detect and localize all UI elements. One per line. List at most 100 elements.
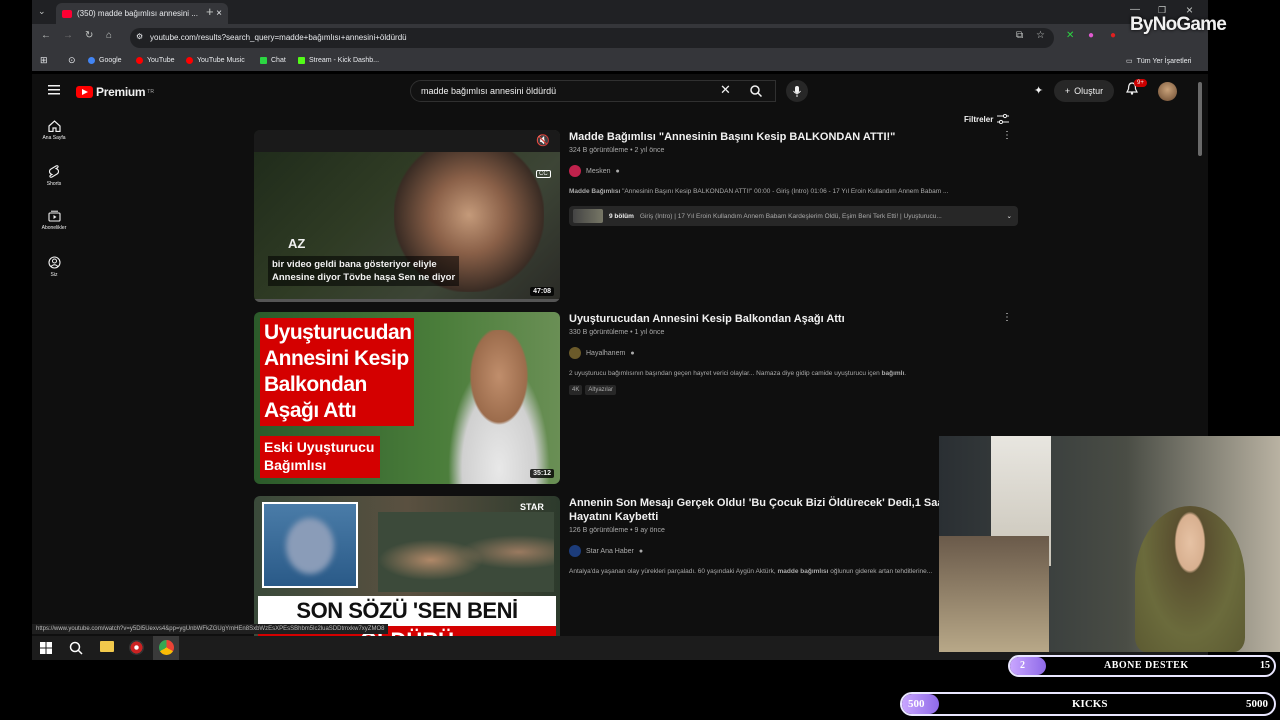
obs-app-icon[interactable] xyxy=(129,640,144,655)
channel-avatar xyxy=(569,545,581,557)
channel-row[interactable]: Hayalhanem ● xyxy=(569,347,1019,359)
more-options-icon[interactable]: ⋮ xyxy=(1002,130,1012,141)
video-title[interactable]: Madde Bağımlısı "Annesinin Başını Kesip … xyxy=(569,130,1019,144)
sidebar-item-home[interactable]: Ana Sayfa xyxy=(32,120,76,141)
video-description: 2 uyuşturucu bağımlısının başından geçen… xyxy=(569,370,907,377)
thumbnail-subline-box: Eski Uyuşturucu Bağımlısı xyxy=(260,436,380,478)
kicks-goal-bar: 500 KICKS 5000 xyxy=(900,692,1276,716)
thumbnail-caption-small: AZ xyxy=(288,236,306,251)
microphone-icon xyxy=(793,85,801,97)
tag-subtitles: Altyazılar xyxy=(585,385,617,395)
voice-search-button[interactable] xyxy=(786,80,808,102)
video-title[interactable]: Uyuşturucudan Annesini Kesip Balkondan A… xyxy=(569,312,1019,326)
extension-icon[interactable]: ● xyxy=(1088,30,1094,41)
browser-tab[interactable]: (350) madde bağımlısı annesini ... × xyxy=(56,3,228,24)
menu-icon[interactable] xyxy=(48,85,60,95)
more-options-icon[interactable]: ⋮ xyxy=(1002,312,1012,323)
sidebar-item-subscriptions[interactable]: Abonelikler xyxy=(32,210,76,231)
preview-top-bar xyxy=(254,130,560,152)
file-explorer-icon[interactable] xyxy=(100,641,114,652)
extension-red-icon[interactable]: ● xyxy=(1110,30,1116,41)
back-icon[interactable]: ← xyxy=(41,30,51,41)
folder-icon: ▭ xyxy=(1126,58,1133,65)
all-bookmarks[interactable]: ▭ Tüm Yer İşaretleri xyxy=(1126,57,1191,66)
site-info-icon[interactable]: ⚙ xyxy=(136,32,143,41)
tab-title: (350) madde bağımlısı annesini ... xyxy=(77,9,198,18)
chapters-strip[interactable]: 9 bölüm Giriş (İntro) | 17 Yıl Eroin Kul… xyxy=(569,206,1018,226)
avatar[interactable] xyxy=(1158,82,1177,101)
browser-tab-strip: ⌄ (350) madde bağımlısı annesini ... × +… xyxy=(32,0,1208,24)
subscriber-goal-current: 2 xyxy=(1020,660,1025,671)
extension-kick-icon[interactable]: ✕ xyxy=(1066,30,1074,41)
video-meta: 330 B görüntüleme • 1 yıl önce xyxy=(569,329,665,336)
divider-icon: ⊙ xyxy=(68,55,76,65)
result-1[interactable]: 🔇 CC AZ bir video geldi bana gösteriyor … xyxy=(254,130,1024,302)
search-button[interactable] xyxy=(738,80,774,102)
you-icon xyxy=(47,256,61,269)
address-bar[interactable]: ⚙ youtube.com/results?search_query=madde… xyxy=(130,28,1054,48)
verified-icon: ● xyxy=(630,349,635,357)
new-tab-icon[interactable]: + xyxy=(206,4,214,19)
thumbnail-person xyxy=(434,330,560,484)
result-2-thumbnail[interactable]: Uyuşturucudan Annesini Kesip Balkondan A… xyxy=(254,312,560,484)
forward-icon[interactable]: → xyxy=(63,30,73,41)
channel-row[interactable]: Mesken ● xyxy=(569,165,1019,177)
channel-name: Hayalhanem xyxy=(586,349,626,357)
chapters-count: 9 bölüm xyxy=(609,212,634,220)
notification-count-badge: 9+ xyxy=(1134,79,1147,87)
create-button[interactable]: + Oluştur xyxy=(1054,80,1114,102)
close-tab-icon[interactable]: × xyxy=(216,8,222,19)
page-scrollbar[interactable] xyxy=(1198,82,1202,156)
filters-button[interactable]: Filtreler xyxy=(964,114,1010,124)
bookmark-google[interactable]: Google xyxy=(88,57,122,64)
closed-captions-icon[interactable]: CC xyxy=(536,170,551,178)
channel-avatar xyxy=(569,165,581,177)
result-3-thumbnail[interactable]: STAR SON SÖZÜ 'SEN BENİ ÖLDÜRÜ xyxy=(254,496,560,636)
windows-start-icon[interactable] xyxy=(40,642,56,658)
tag-4k: 4K xyxy=(569,385,583,395)
thumbnail-caption-line-2: Annesine diyor Tövbe haşa Sen ne diyor xyxy=(272,272,456,283)
clear-search-icon[interactable]: ✕ xyxy=(720,82,731,98)
youtube-play-icon xyxy=(76,86,93,98)
plus-icon: + xyxy=(1064,86,1071,96)
result-3[interactable]: STAR SON SÖZÜ 'SEN BENİ ÖLDÜRÜ Annenin S… xyxy=(254,496,1024,636)
bookmark-chat[interactable]: Chat xyxy=(260,57,286,64)
sidebar-item-shorts[interactable]: Shorts xyxy=(32,165,76,187)
result-2[interactable]: Uyuşturucudan Annesini Kesip Balkondan A… xyxy=(254,312,1024,484)
subscriber-goal-target: 15 xyxy=(1260,660,1270,671)
link-status-url: https://www.youtube.com/watch?v=y5Dl5Uex… xyxy=(32,624,389,634)
taskbar-search-icon[interactable] xyxy=(69,641,85,657)
home-icon xyxy=(47,120,61,132)
youtube-favicon-icon xyxy=(62,9,72,18)
bookmark-youtube[interactable]: YouTube xyxy=(136,57,175,64)
create-ai-icon[interactable]: ✦ xyxy=(1034,84,1043,97)
thumbnail-headline: SON SÖZÜ 'SEN BENİ xyxy=(258,596,556,626)
webcam-person xyxy=(1135,506,1245,652)
youtube-logo[interactable]: Premium TR xyxy=(76,85,154,99)
reload-icon[interactable]: ↻ xyxy=(85,30,93,41)
video-tags: 4K Altyazılar xyxy=(569,385,1019,395)
result-2-info: Uyuşturucudan Annesini Kesip Balkondan A… xyxy=(569,312,1019,395)
channel-name: Mesken xyxy=(586,167,611,175)
home-browser-icon[interactable]: ⌂ xyxy=(106,30,112,41)
video-duration: 47:08 xyxy=(530,287,554,296)
chevron-down-icon[interactable]: ⌄ xyxy=(1007,212,1012,220)
bookmark-youtube-music[interactable]: YouTube Music xyxy=(186,57,245,64)
install-app-icon[interactable]: ⧉ xyxy=(1016,30,1023,41)
bookmark-star-icon[interactable]: ☆ xyxy=(1036,30,1045,41)
chrome-icon[interactable] xyxy=(159,640,174,655)
result-1-thumbnail[interactable]: 🔇 CC AZ bir video geldi bana gösteriyor … xyxy=(254,130,560,302)
kicks-goal-target: 5000 xyxy=(1246,698,1268,710)
apps-grid-icon[interactable]: ⊞ xyxy=(40,55,48,66)
mute-icon[interactable]: 🔇 xyxy=(536,134,550,147)
chapter-thumbnail xyxy=(573,209,603,223)
sidebar-item-you[interactable]: Siz xyxy=(32,256,76,278)
logo-region: TR xyxy=(147,89,154,95)
logo-text: Premium xyxy=(96,85,146,99)
kicks-goal-label: KICKS xyxy=(1072,698,1108,710)
verified-icon: ● xyxy=(638,547,644,555)
url-text: youtube.com/results?search_query=madde+b… xyxy=(150,33,407,42)
channel-avatar xyxy=(569,347,581,359)
bookmark-kick[interactable]: Stream - Kick Dashb... xyxy=(298,57,379,64)
tab-list-icon[interactable]: ⌄ xyxy=(38,6,46,17)
